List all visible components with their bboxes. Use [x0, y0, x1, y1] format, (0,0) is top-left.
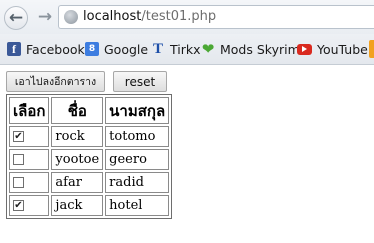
facebook-icon: f [7, 42, 21, 56]
data-table: เลือก ชื่อ นามสกุล ✔ rock totomo yootoe … [6, 94, 173, 219]
table-header-row: เลือก ชื่อ นามสกุล [9, 97, 170, 124]
table-row: ✔ rock totomo [9, 126, 170, 147]
column-header-name: ชื่อ [51, 97, 104, 124]
mods-skyrim-icon: ❤ [201, 40, 215, 58]
bookmark-label: Facebook [26, 41, 85, 57]
bookmark-label: YouTube [317, 41, 368, 57]
url-path: /test01.php [141, 9, 217, 24]
bookmarks-bar: f Facebook 8 Google T Tirkx ❤ Mods Skyri… [0, 34, 374, 65]
bookmark-label: Google [104, 41, 149, 57]
globe-icon [64, 10, 78, 24]
url-text: localhost/test01.php [83, 9, 216, 24]
bookmark-google[interactable]: 8 Google [85, 40, 148, 58]
cell-name: afar [51, 172, 104, 193]
bookmark-tirkx[interactable]: T Tirkx [151, 40, 201, 58]
table-row: yootoe geero [9, 149, 170, 170]
bookmark-youtube[interactable]: YouTube [297, 40, 368, 58]
move-to-other-table-button[interactable]: เอาไปลงอีกตาราง [6, 71, 105, 92]
bookmark-label: Mods Skyrim [220, 41, 300, 57]
cell-surname: hotel [105, 195, 170, 216]
row-checkbox[interactable]: ✔ [13, 131, 24, 142]
bookmark-label: Tirkx [170, 41, 201, 57]
bookmark-facebook[interactable]: f Facebook [7, 40, 85, 58]
row-checkbox[interactable]: ✔ [13, 200, 24, 211]
row-checkbox[interactable] [13, 154, 24, 165]
cell-name: rock [51, 126, 104, 147]
address-bar[interactable]: localhost/test01.php [58, 5, 374, 29]
google-icon: 8 [85, 42, 99, 56]
cell-name: yootoe [51, 149, 104, 170]
row-checkbox[interactable] [13, 177, 24, 188]
bookmark-mods-skyrim[interactable]: ❤ Mods Skyrim [201, 40, 300, 58]
table-row: ✔ jack hotel [9, 195, 170, 216]
cell-surname: radid [105, 172, 170, 193]
forward-arrow-icon[interactable]: → [34, 6, 56, 28]
browser-navbar: ← → localhost/test01.php [0, 0, 374, 34]
back-arrow-icon[interactable]: ← [4, 6, 28, 30]
bookmark-overflow-icon[interactable] [369, 40, 374, 58]
url-host: localhost [83, 9, 142, 24]
table-row: afar radid [9, 172, 170, 193]
column-header-select: เลือก [9, 97, 50, 124]
tirkx-icon: T [152, 40, 163, 57]
reset-button[interactable]: reset [113, 71, 167, 92]
column-header-surname: นามสกุล [105, 97, 170, 124]
cell-surname: totomo [105, 126, 170, 147]
youtube-icon [297, 43, 312, 55]
cell-surname: geero [105, 149, 170, 170]
cell-name: jack [51, 195, 104, 216]
